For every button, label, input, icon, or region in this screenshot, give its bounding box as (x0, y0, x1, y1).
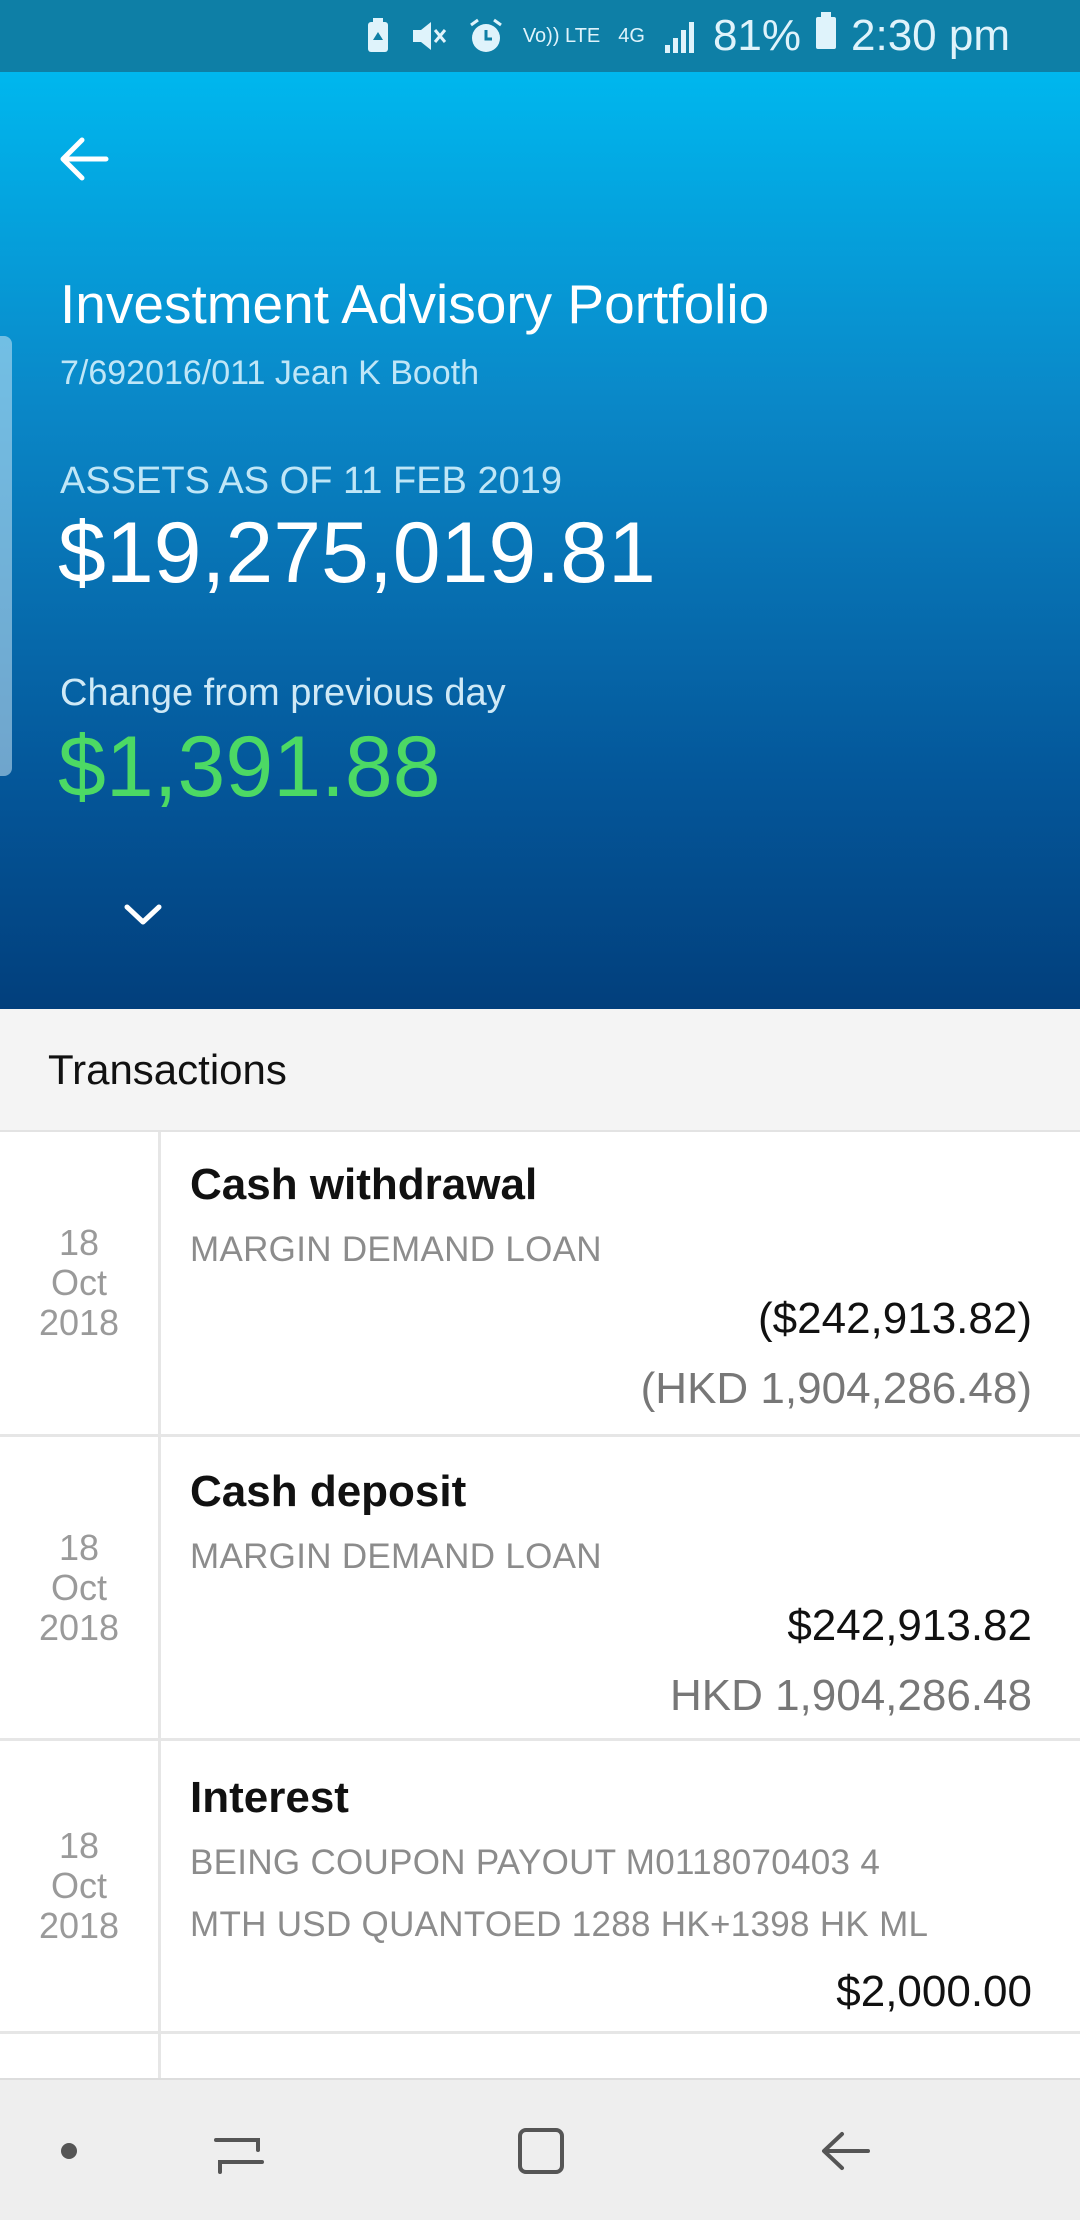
edge-panel-handle[interactable] (0, 336, 12, 776)
nav-back-button[interactable] (810, 2116, 880, 2186)
portfolio-header: Investment Advisory Portfolio 7/692016/0… (0, 72, 1080, 1009)
status-time: 2:30 pm (851, 11, 1010, 60)
date-day: 18 (58, 1526, 100, 1568)
transaction-description: BEING COUPON PAYOUT M0118070403 4 (190, 1843, 881, 1882)
nav-dot-icon (61, 2143, 77, 2159)
status-icons: Vo)) LTE 4G (365, 17, 697, 55)
transaction-title: Interest (190, 1773, 349, 1822)
expand-details-button[interactable] (118, 890, 168, 940)
date-day: 18 (58, 1825, 100, 1866)
transaction-date: 18 Oct 2018 (0, 1741, 161, 2031)
page-title: Investment Advisory Portfolio (60, 273, 770, 335)
transaction-body: Interest BEING COUPON PAYOUT M0118070403… (190, 1741, 1032, 2034)
transaction-row[interactable] (0, 2034, 1080, 2078)
status-bar: Vo)) LTE 4G 81% 2:30 pm (0, 0, 1080, 72)
back-icon (822, 2132, 870, 2170)
assets-label: ASSETS AS OF 11 FEB 2019 (60, 460, 562, 502)
battery-percent: 81% (712, 11, 802, 60)
account-info: 7/692016/011 Jean K Booth (60, 354, 480, 392)
transaction-description: MARGIN DEMAND LOAN (190, 1230, 602, 1269)
transaction-body: Cash deposit MARGIN DEMAND LOAN $242,913… (190, 1437, 1032, 1741)
date-month: Oct (50, 1262, 107, 1303)
home-icon (518, 2128, 564, 2174)
recent-apps-icon (214, 2138, 264, 2174)
transaction-date: 18 Oct 2018 (0, 1132, 161, 1434)
transaction-body: Cash withdrawal MARGIN DEMAND LOAN ($242… (190, 1132, 1032, 1437)
transaction-row[interactable]: 18 Oct 2018 Cash deposit MARGIN DEMAND L… (0, 1437, 1080, 1741)
mute-icon (409, 18, 449, 54)
transaction-description: MARGIN DEMAND LOAN (190, 1537, 602, 1576)
volte-icon: Vo)) LTE (522, 25, 601, 47)
signal-icon (663, 19, 697, 53)
date-year: 2018 (38, 1302, 120, 1343)
date-month: Oct (50, 1865, 107, 1906)
back-button[interactable] (50, 124, 120, 194)
alarm-icon (467, 17, 505, 55)
date-year: 2018 (38, 1606, 120, 1648)
arrow-left-icon (60, 137, 109, 181)
transaction-date (0, 2034, 161, 2078)
transaction-amount: ($242,913.82) (758, 1294, 1032, 1343)
change-label: Change from previous day (60, 672, 506, 714)
transaction-amount-local: (HKD 1,904,286.48) (640, 1364, 1032, 1413)
transaction-amount-local: HKD 1,904,286.48 (669, 1671, 1032, 1720)
transaction-amount: $2,000.00 (836, 1967, 1032, 2016)
date-year: 2018 (38, 1905, 120, 1946)
date-month: Oct (50, 1566, 107, 1608)
assets-value: $19,275,019.81 (58, 505, 656, 601)
transaction-title: Cash deposit (190, 1467, 467, 1516)
battery-icon (815, 11, 837, 61)
transaction-date: 18 Oct 2018 (0, 1437, 161, 1738)
transaction-row[interactable]: 18 Oct 2018 Cash withdrawal MARGIN DEMAN… (0, 1132, 1080, 1437)
system-nav-bar (0, 2078, 1080, 2220)
change-value: $1,391.88 (58, 719, 441, 815)
transaction-amount: $242,913.82 (787, 1601, 1032, 1650)
recent-apps-button[interactable] (204, 2116, 274, 2186)
battery-saver-icon (365, 18, 391, 54)
section-title: Transactions (48, 1045, 287, 1093)
transactions-list[interactable]: 18 Oct 2018 Cash withdrawal MARGIN DEMAN… (0, 1132, 1080, 2078)
date-day: 18 (58, 1222, 100, 1263)
4g-icon: 4G (618, 24, 645, 47)
nav-dot-button[interactable] (34, 2116, 104, 2186)
transaction-title: Cash withdrawal (190, 1160, 538, 1209)
chevron-down-icon (124, 904, 162, 925)
transaction-description-line2: MTH USD QUANTOED 1288 HK+1398 HK ML (190, 1905, 929, 1944)
home-button[interactable] (506, 2116, 576, 2186)
transactions-section-header: Transactions (0, 1009, 1080, 1132)
transaction-row[interactable]: 18 Oct 2018 Interest BEING COUPON PAYOUT… (0, 1741, 1080, 2034)
